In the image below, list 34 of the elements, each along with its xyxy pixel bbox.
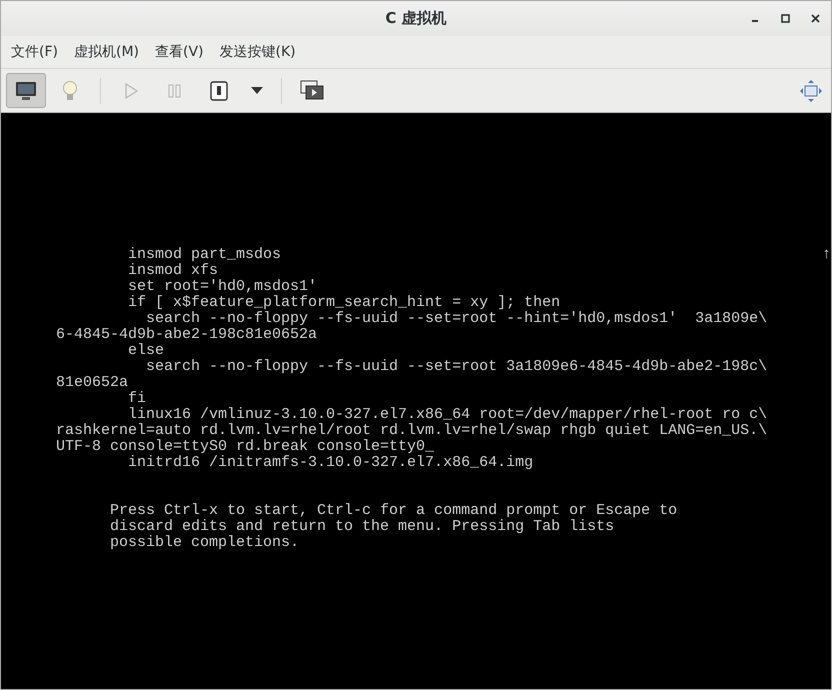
console-line: search --no-floppy --fs-uuid --set=root 3a1809e6-4845-4d9b-abe2-198c\ [145,359,768,375]
console-line: search --no-floppy --fs-uuid --set=root --hint='hd0,msdos1' 3a1809e\ [145,311,768,327]
console-line: fi [127,391,146,407]
pause-icon [168,84,182,98]
console-line: linux16 /vmlinuz-3.10.0-327.el7.x86_64 root=/dev/mapper/rhel-root ro c\ [127,407,768,423]
console-line: initrd16 /initramfs-3.10.0-327.el7.x86_64.img [127,455,534,471]
play-icon [123,82,139,100]
help-text: possible completions. [109,535,300,551]
close-icon [810,14,820,23]
scroll-arrow: ↑ [822,247,832,263]
caret-icon [251,87,263,94]
toolbar-button[interactable] [6,73,46,108]
help-text: Press Ctrl-x to start, Ctrl-c for a command prompt or Escape to [109,503,678,519]
switch-icon [210,80,228,100]
monitor-icon [15,80,37,100]
console-line: else [127,343,164,359]
help-text: discard edits and return to the menu. Pressing Tab lists [109,519,614,535]
console-line: rashkernel=auto rd.lvm.lv=rhel/root rd.lvm.lv=rhel/swap rhgb quiet LANG=en_US.\ [56,423,768,439]
console-line: if [ x$feature_platform_search_hint = xy ]; then [127,295,560,311]
fullscreen-icon [799,78,823,102]
console-line: set root='hd0,msdos1' [127,279,318,295]
maximize-icon [780,14,790,23]
window-title: C 虚拟机 [385,9,447,28]
console-line: UTF-8 console=ttyS0 rd.break console=tty0_ [56,439,434,455]
console-line: insmod xfs [127,263,218,279]
menu-item[interactable]: 查看(V) [147,39,212,65]
lightbulb-icon [62,80,78,102]
console-line: 81e0652a [56,375,128,391]
screens-icon [300,80,324,102]
menu-item[interactable]: 文件(F) [3,39,66,65]
console-line: 6-4845-4d9b-abe2-198c81e0652a [56,327,318,343]
menu-item[interactable]: 发送按键(K) [212,39,304,65]
console-line: insmod part_msdos [127,247,282,263]
menu-item[interactable]: 虚拟机(M) [66,39,147,65]
